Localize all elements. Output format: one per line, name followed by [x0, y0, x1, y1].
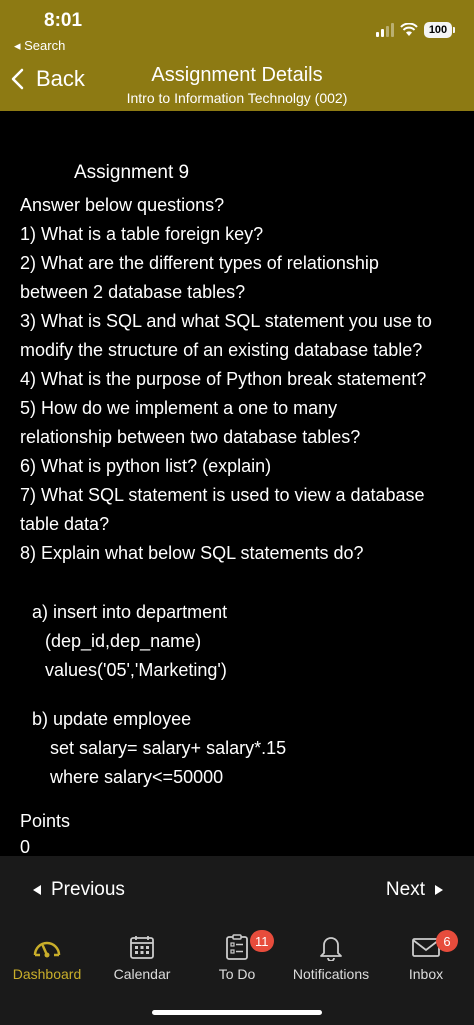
- wifi-icon: [400, 23, 418, 36]
- previous-label: Previous: [51, 879, 125, 900]
- question-line: 4) What is the purpose of Python break s…: [20, 369, 427, 389]
- tab-inbox[interactable]: 6 Inbox: [379, 930, 473, 982]
- bell-icon: [320, 937, 342, 961]
- points-value: 0: [20, 837, 31, 857]
- todo-checklist-icon: [226, 934, 248, 960]
- question-line: 8) Explain what below SQL statements do?: [20, 543, 364, 563]
- status-time: 8:01: [44, 10, 83, 31]
- sql-statement-b: b) update employee set salary= salary+ s…: [32, 705, 286, 792]
- caret-left-icon: [33, 885, 41, 895]
- tab-bar: Dashboard Calendar 11 To Do Notification…: [0, 922, 474, 1025]
- next-button[interactable]: Next: [386, 879, 444, 901]
- tab-calendar-label: Calendar: [113, 966, 171, 982]
- question-line: Answer below questions?: [20, 195, 225, 215]
- tab-todo[interactable]: 11 To Do: [190, 930, 284, 982]
- status-indicators: 100: [376, 21, 455, 39]
- question-line: 1) What is a table foreign key?: [20, 224, 264, 244]
- inbox-count-badge: 6: [436, 930, 458, 952]
- tab-notifications[interactable]: Notifications: [284, 930, 378, 982]
- todo-count-badge: 11: [250, 930, 274, 952]
- dashboard-gauge-icon: [33, 941, 61, 958]
- points-label: Points: [20, 811, 71, 831]
- assignment-questions: Answer below questions? 1) What is a tab…: [20, 191, 460, 568]
- tab-dashboard-label: Dashboard: [12, 966, 82, 982]
- battery-icon: 100: [424, 22, 455, 38]
- assignment-content: Assignment 9 Answer below questions? 1) …: [0, 111, 474, 857]
- tab-todo-label: To Do: [218, 966, 256, 982]
- question-line: relationship between two database tables…: [20, 427, 361, 447]
- sql-line: a) insert into department: [32, 602, 228, 622]
- question-line: 3) What is SQL and what SQL statement yo…: [20, 311, 432, 331]
- tab-notifications-label: Notifications: [292, 966, 370, 982]
- assignment-title: Assignment 9: [74, 162, 190, 183]
- tab-dashboard[interactable]: Dashboard: [0, 930, 94, 982]
- sql-line: b) update employee: [32, 709, 192, 729]
- question-line: 6) What is python list? (explain): [20, 456, 272, 476]
- sql-line: where salary<=50000: [50, 767, 224, 787]
- top-bar: 8:01 ◂ Search 100 Back Assignment Detail…: [0, 0, 474, 111]
- pager-row: Previous Next: [0, 856, 474, 922]
- cellular-signal-icon: [376, 23, 394, 37]
- question-line: table data?: [20, 514, 110, 534]
- question-line: 2) What are the different types of relat…: [20, 253, 379, 273]
- question-line: 5) How do we implement a one to many: [20, 398, 338, 418]
- page-title: Assignment Details: [151, 64, 323, 86]
- sql-line: (dep_id,dep_name): [45, 631, 202, 651]
- sql-line: values('05','Marketing'): [45, 660, 227, 680]
- sql-line: set salary= salary+ salary*.15: [50, 738, 287, 758]
- next-label: Next: [385, 879, 425, 900]
- question-line: modify the structure of an existing data…: [20, 340, 423, 360]
- question-line: between 2 database tables?: [20, 282, 246, 302]
- question-line: 7) What SQL statement is used to view a …: [20, 485, 425, 505]
- status-back-to-search[interactable]: ◂ Search: [14, 38, 65, 54]
- previous-button[interactable]: Previous: [32, 879, 125, 901]
- course-subtitle: Intro to Information Technolgy (002): [126, 90, 348, 106]
- tab-calendar[interactable]: Calendar: [95, 930, 189, 982]
- caret-right-icon: [435, 885, 443, 895]
- calendar-icon: [130, 936, 154, 959]
- sql-statement-a: a) insert into department (dep_id,dep_na…: [32, 598, 227, 685]
- home-indicator[interactable]: [152, 1010, 322, 1015]
- tab-inbox-label: Inbox: [408, 966, 444, 982]
